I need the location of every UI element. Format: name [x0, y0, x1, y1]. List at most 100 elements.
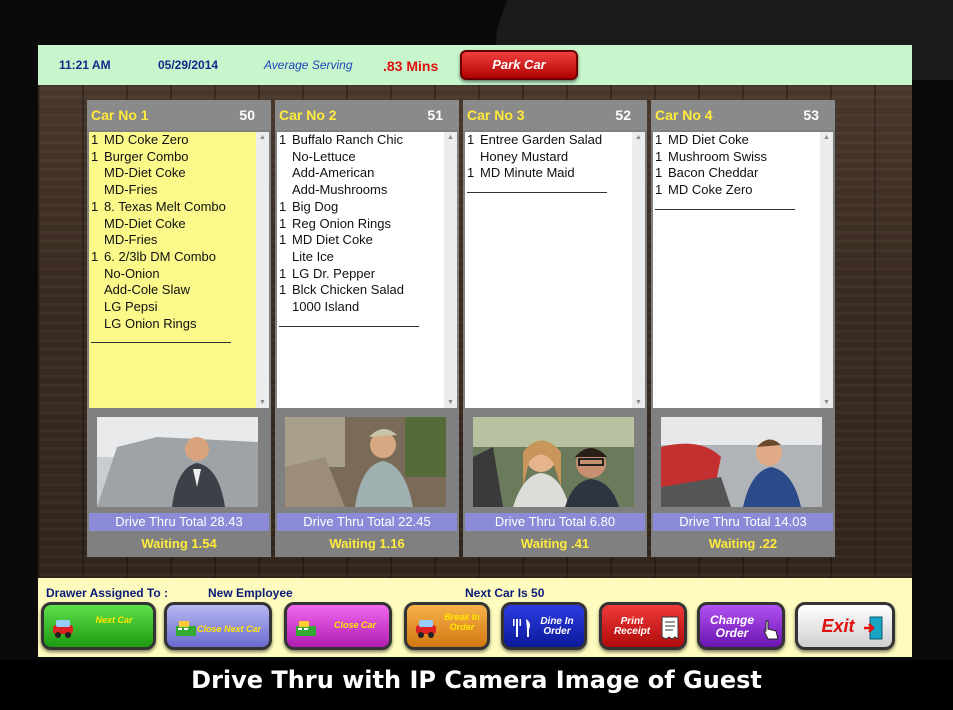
receipt-icon [661, 616, 679, 640]
order-item[interactable]: No-Onion [89, 266, 256, 283]
order-item[interactable]: 1 8. Texas Melt Combo [89, 199, 256, 216]
scroll-up-icon[interactable]: ▲ [823, 134, 830, 141]
item-text: Add-American [292, 165, 375, 181]
order-list[interactable]: 1 Buffalo Ranch Chic No-Lettuce Add-America… [277, 132, 444, 408]
waiting-time: Waiting .22 [708, 536, 778, 551]
order-item[interactable]: 1 LG Dr. Pepper [277, 266, 444, 283]
order-item[interactable]: Add-American [277, 165, 444, 182]
order-item[interactable]: LG Onion Rings [89, 316, 256, 333]
car-number: 50 [239, 107, 255, 123]
order-item[interactable]: Lite Ice [277, 249, 444, 266]
dine-in-order-button[interactable]: Dine In Order [501, 602, 587, 650]
park-car-button[interactable]: Park Car [460, 50, 578, 80]
car-name: Car No 3 [467, 107, 525, 123]
order-item[interactable]: 1 Entree Garden Salad [465, 132, 632, 149]
item-text: MD Coke Zero [104, 132, 189, 147]
order-item[interactable]: 1 MD Coke Zero [653, 182, 820, 199]
order-list[interactable]: 1 MD Diet Coke 1 Mushroom Swiss 1 Bacon Chedd… [653, 132, 820, 408]
order-item[interactable]: MD-Fries [89, 232, 256, 249]
average-serving-value: .83 Mins [383, 58, 439, 74]
order-item[interactable]: 1 Bacon Cheddar [653, 165, 820, 182]
order-scrollbar[interactable]: ▲ ▼ [632, 132, 645, 408]
order-item[interactable]: 1 MD Minute Maid [465, 165, 632, 182]
order-item[interactable]: 1 Reg Onion Rings [277, 216, 444, 233]
next-car-label: Next Car [95, 615, 133, 625]
order-end-divider [467, 192, 607, 194]
scroll-down-icon[interactable]: ▼ [259, 399, 266, 406]
waiting-time: Waiting 1.16 [329, 536, 405, 551]
car-panel-4[interactable]: Car No 4 53 1 MD Diet Coke 1 Mushroom Swiss… [651, 100, 835, 557]
scroll-up-icon[interactable]: ▲ [447, 134, 454, 141]
item-text: MD-Diet Coke [104, 165, 186, 181]
item-text: MD Coke Zero [668, 182, 753, 198]
order-item[interactable]: 1 Buffalo Ranch Chic [277, 132, 444, 149]
drawer-label: Drawer Assigned To : [46, 586, 169, 600]
item-quantity: 1 [655, 165, 663, 181]
order-item[interactable]: No-Lettuce [277, 149, 444, 166]
order-item[interactable]: 1 MD Diet Coke [277, 232, 444, 249]
item-quantity: 1 [655, 182, 663, 198]
order-item[interactable]: 1000 Island [277, 299, 444, 316]
order-item[interactable]: Add-Mushrooms [277, 182, 444, 199]
pos-screen: 11:21 AM 05/29/2014 Average Serving .83 … [38, 45, 912, 657]
break-in-order-button[interactable]: Break In Order [404, 602, 490, 650]
car-panel-1[interactable]: Car No 1 50 1 MD Coke Zero 1 Burger Combo MD… [87, 100, 271, 557]
order-item[interactable]: 1 Big Dog [277, 199, 444, 216]
scroll-up-icon[interactable]: ▲ [635, 134, 642, 141]
scroll-up-icon[interactable]: ▲ [259, 134, 266, 141]
exit-button[interactable]: Exit [795, 602, 895, 650]
order-end-divider [655, 208, 795, 210]
drive-thru-total: Drive Thru Total 28.43 [89, 513, 269, 531]
change-order-button[interactable]: Change Order [697, 602, 785, 650]
order-item[interactable]: 1 6. 2/3lb DM Combo [89, 249, 256, 266]
clock-time: 11:21 AM [59, 58, 111, 72]
scroll-down-icon[interactable]: ▼ [635, 399, 642, 406]
order-list[interactable]: 1 MD Coke Zero 1 Burger Combo MD-Diet Coke MD… [89, 132, 256, 408]
item-text: Entree Garden Salad [480, 132, 603, 147]
order-item[interactable]: 1 Burger Combo [89, 149, 256, 166]
scroll-down-icon[interactable]: ▼ [447, 399, 454, 406]
guest-camera-image [473, 417, 634, 507]
item-text: 8. Texas Melt Combo [104, 198, 226, 214]
item-text: Mushroom Swiss [668, 148, 767, 164]
close-next-car-button[interactable]: Close Next Car [164, 602, 272, 650]
order-end-divider [279, 325, 419, 327]
close-next-car-label: Close Next Car [196, 624, 262, 634]
order-scrollbar[interactable]: ▲ ▼ [256, 132, 269, 408]
scroll-down-icon[interactable]: ▼ [823, 399, 830, 406]
print-receipt-button[interactable]: Print Receipt [599, 602, 687, 650]
order-item[interactable]: Add-Cole Slaw [89, 282, 256, 299]
car-header: Car No 3 52 [463, 100, 647, 130]
pointer-hand-icon [763, 620, 779, 640]
guest-camera-image [661, 417, 822, 507]
order-item[interactable]: MD-Diet Coke [89, 216, 256, 233]
order-item[interactable]: LG Pepsi [89, 299, 256, 316]
order-item[interactable]: Honey Mustard [465, 149, 632, 166]
item-text: MD-Fries [104, 182, 158, 198]
close-car-button[interactable]: Close Car [284, 602, 392, 650]
order-list[interactable]: 1 Entree Garden Salad Honey Mustard 1 MD Min… [465, 132, 632, 408]
guest-camera-image [285, 417, 446, 507]
order-scrollbar[interactable]: ▲ ▼ [820, 132, 833, 408]
item-quantity: 1 [467, 132, 475, 147]
exit-label: Exit [821, 616, 855, 636]
order-item[interactable]: 1 Blck Chicken Salad [277, 282, 444, 299]
car-number: 53 [803, 107, 819, 123]
item-text: Buffalo Ranch Chic [292, 132, 404, 147]
drive-thru-total: Drive Thru Total 22.45 [277, 513, 457, 531]
order-item[interactable]: 1 MD Coke Zero [89, 132, 256, 149]
next-car-button[interactable]: Next Car [41, 602, 156, 650]
waiting-time: Waiting .41 [520, 536, 590, 551]
car-panel-3[interactable]: Car No 3 52 1 Entree Garden Salad Honey Mu… [463, 100, 647, 557]
item-quantity: 1 [91, 248, 99, 264]
next-car-indicator: Next Car Is 50 [465, 586, 545, 600]
order-item[interactable]: 1 MD Diet Coke [653, 132, 820, 149]
car-name: Car No 4 [655, 107, 713, 123]
order-item[interactable]: MD-Fries [89, 182, 256, 199]
car-panel-2[interactable]: Car No 2 51 1 Buffalo Ranch Chic No-Lettuc… [275, 100, 459, 557]
item-text: MD-Fries [104, 232, 158, 248]
order-item[interactable]: 1 Mushroom Swiss [653, 149, 820, 166]
order-scrollbar[interactable]: ▲ ▼ [444, 132, 457, 408]
car-name: Car No 2 [279, 107, 337, 123]
order-item[interactable]: MD-Diet Coke [89, 165, 256, 182]
